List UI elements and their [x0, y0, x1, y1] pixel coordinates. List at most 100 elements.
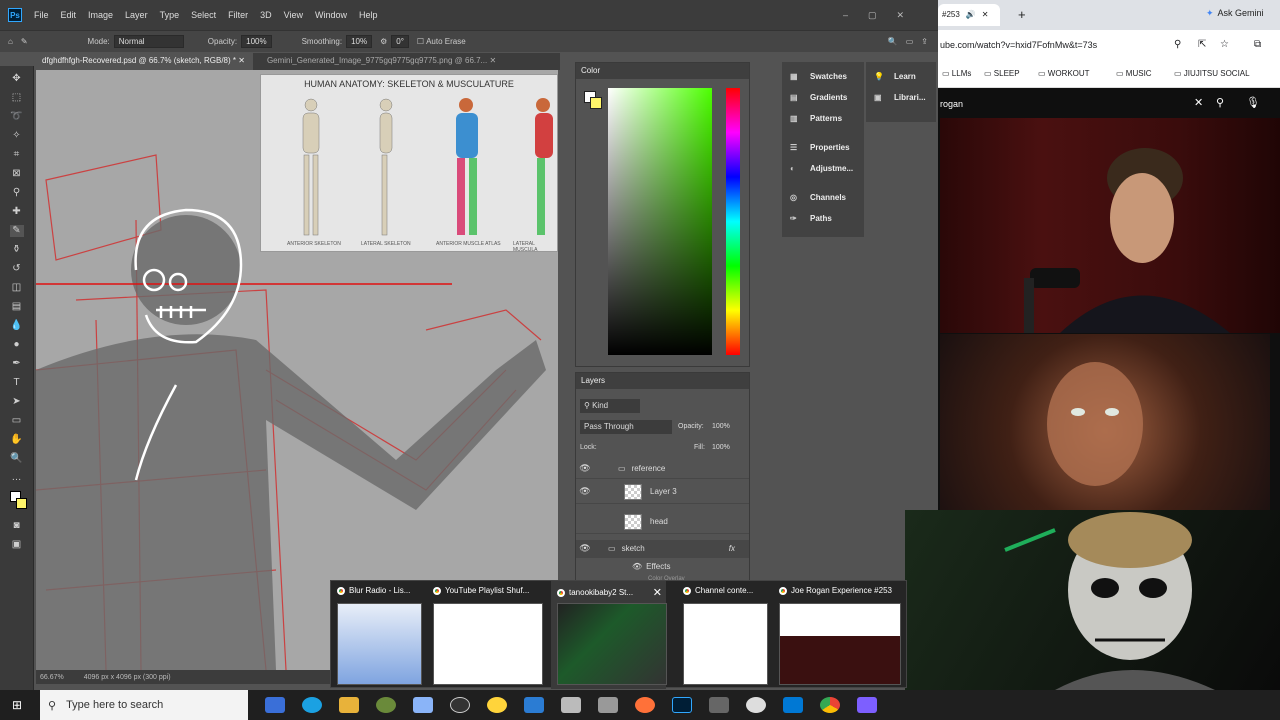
layer-row[interactable]: 👁 Layer 3 — [576, 480, 749, 504]
dock-channels[interactable]: ◎ Channels — [782, 187, 864, 208]
menu-window[interactable]: Window — [309, 10, 353, 20]
hue-slider[interactable] — [726, 88, 740, 355]
layer-fill-field[interactable]: 100% — [712, 444, 730, 451]
eye-icon[interactable]: 👁 — [576, 486, 594, 497]
pen-tool-icon[interactable]: ✒ — [10, 358, 24, 370]
color-swatches-icon[interactable] — [9, 491, 27, 513]
task-view-icon[interactable] — [265, 697, 285, 713]
eraser-tool-icon[interactable]: ◫ — [10, 282, 24, 294]
pencil-tool-icon[interactable]: ✎ — [21, 37, 28, 46]
type-tool-icon[interactable]: T — [10, 377, 24, 389]
video-player[interactable] — [940, 118, 1280, 333]
marquee-tool-icon[interactable]: ⬚ — [10, 92, 24, 104]
app-icon[interactable] — [746, 697, 766, 713]
dock-gradients[interactable]: ▤ Gradients — [782, 87, 864, 108]
dock-adjustments[interactable]: ◐ Adjustme... — [782, 158, 864, 179]
healing-tool-icon[interactable]: ✚ — [10, 206, 24, 218]
menu-file[interactable]: File — [28, 10, 55, 20]
auto-erase-checkbox[interactable]: ☐ — [417, 37, 424, 46]
dock-swatches[interactable]: ▦ Swatches — [782, 66, 864, 87]
app-icon[interactable] — [709, 697, 729, 713]
youtube-search-input[interactable]: rogan — [940, 99, 963, 109]
new-tab-button[interactable]: + — [1018, 7, 1026, 22]
menu-image[interactable]: Image — [82, 10, 119, 20]
layer-row[interactable]: 👁 ▭ sketch fx — [576, 540, 749, 558]
mic-icon[interactable]: 🎙 — [1246, 96, 1260, 109]
browser-tab[interactable]: #253 🔊 ✕ — [938, 4, 1000, 26]
share-icon[interactable]: ⇪ — [921, 37, 928, 46]
photoshop-taskbar-icon[interactable] — [672, 697, 692, 713]
bookmark-folder[interactable]: ▭ MUSIC — [1116, 69, 1152, 78]
menu-3d[interactable]: 3D — [254, 10, 278, 20]
dock-learn[interactable]: 💡 Learn — [866, 66, 936, 87]
window-controls[interactable]: –▢✕ — [843, 10, 924, 21]
fx-icon[interactable]: fx — [729, 544, 735, 553]
doc-tab-png[interactable]: Gemini_Generated_Image_9775gq9775gq9775.… — [259, 53, 504, 70]
blur-tool-icon[interactable]: 💧 — [10, 320, 24, 332]
path-select-icon[interactable]: ➤ — [10, 396, 24, 408]
app-icon[interactable] — [561, 697, 581, 713]
zoom-level[interactable]: 66.67% — [40, 674, 64, 681]
cast-icon[interactable]: ⇱ — [1198, 39, 1206, 50]
windows-start-icon[interactable]: ⊞ — [12, 698, 22, 712]
shape-tool-icon[interactable]: ▭ — [10, 415, 24, 427]
bookmark-folder[interactable]: ▭ LLMs — [942, 69, 971, 78]
layer-effects-row[interactable]: 👁 Effects — [576, 559, 749, 573]
history-brush-icon[interactable]: ↺ — [10, 263, 24, 275]
extensions-icon[interactable]: ⧉ — [1254, 39, 1261, 50]
color-field[interactable] — [608, 88, 712, 355]
eye-icon[interactable]: 👁 — [632, 562, 642, 571]
menu-help[interactable]: Help — [353, 10, 384, 20]
close-icon[interactable]: ✕ — [982, 10, 989, 20]
menu-layer[interactable]: Layer — [119, 10, 154, 20]
close-icon[interactable]: ✕ — [489, 56, 496, 65]
color-panel-title[interactable]: Color — [576, 63, 749, 79]
opacity-field[interactable]: 100% — [241, 35, 272, 48]
firefox-icon[interactable] — [635, 697, 655, 713]
home-icon[interactable]: ⌂ — [8, 37, 13, 46]
mode-select[interactable]: Normal — [113, 35, 184, 48]
layer-opacity-field[interactable]: 100% — [712, 423, 730, 430]
more-tools-icon[interactable]: … — [10, 472, 24, 484]
search-icon[interactable]: 🔍 — [888, 37, 898, 46]
menu-view[interactable]: View — [278, 10, 309, 20]
gear-icon[interactable]: ⚙ — [380, 37, 387, 46]
menu-edit[interactable]: Edit — [55, 10, 83, 20]
file-explorer-icon[interactable] — [339, 697, 359, 713]
layer-row[interactable]: head — [576, 510, 749, 534]
dock-patterns[interactable]: ▥ Patterns — [782, 108, 864, 129]
menu-filter[interactable]: Filter — [222, 10, 254, 20]
doc-tab-psd[interactable]: dfghdfhfgh-Recovered.psd @ 66.7% (sketch… — [34, 53, 253, 70]
angle-field[interactable]: 0° — [391, 35, 409, 48]
bookmark-folder[interactable]: ▭ JIUJITSU SOCIAL — [1174, 69, 1250, 78]
dock-libraries[interactable]: ▣ Librari... — [866, 87, 936, 108]
gradient-tool-icon[interactable]: ▤ — [10, 301, 24, 313]
taskbar-search[interactable]: ⚲ Type here to search — [40, 690, 248, 720]
crop-tool-icon[interactable]: ⌗ — [10, 149, 24, 161]
app-icon[interactable] — [450, 697, 470, 713]
layer-filter-kind[interactable]: ⚲ Kind — [580, 399, 640, 413]
chrome-icon[interactable] — [820, 697, 840, 713]
smoothing-field[interactable]: 10% — [346, 35, 373, 48]
search-icon[interactable]: ⚲ — [1216, 96, 1224, 109]
dodge-tool-icon[interactable]: ● — [10, 339, 24, 351]
menu-type[interactable]: Type — [154, 10, 186, 20]
stamp-tool-icon[interactable]: ⚱ — [10, 244, 24, 256]
quick-select-tool-icon[interactable]: ✧ — [10, 130, 24, 142]
preview-window[interactable]: Joe Rogan Experience #253 — [773, 581, 908, 689]
lasso-tool-icon[interactable]: ➰ — [10, 111, 24, 123]
app-icon[interactable] — [598, 697, 618, 713]
app-icon[interactable] — [413, 697, 433, 713]
edge-icon[interactable] — [302, 697, 322, 713]
frame-tool-icon[interactable]: ⊠ — [10, 168, 24, 180]
preview-window[interactable]: YouTube Playlist Shuf... — [427, 581, 543, 689]
speaker-icon[interactable]: 🔊 — [966, 10, 976, 20]
bookmark-folder[interactable]: ▭ WORKOUT — [1038, 69, 1090, 78]
dock-properties[interactable]: ☰ Properties — [782, 137, 864, 158]
address-bar[interactable]: ube.com/watch?v=hxid7FofnMw&t=73s — [940, 40, 1097, 50]
star-icon[interactable]: ☆ — [1220, 39, 1229, 50]
menu-select[interactable]: Select — [185, 10, 222, 20]
background-swatch[interactable] — [590, 97, 602, 109]
dock-paths[interactable]: ✑ Paths — [782, 208, 864, 229]
document-icon[interactable] — [524, 697, 544, 713]
